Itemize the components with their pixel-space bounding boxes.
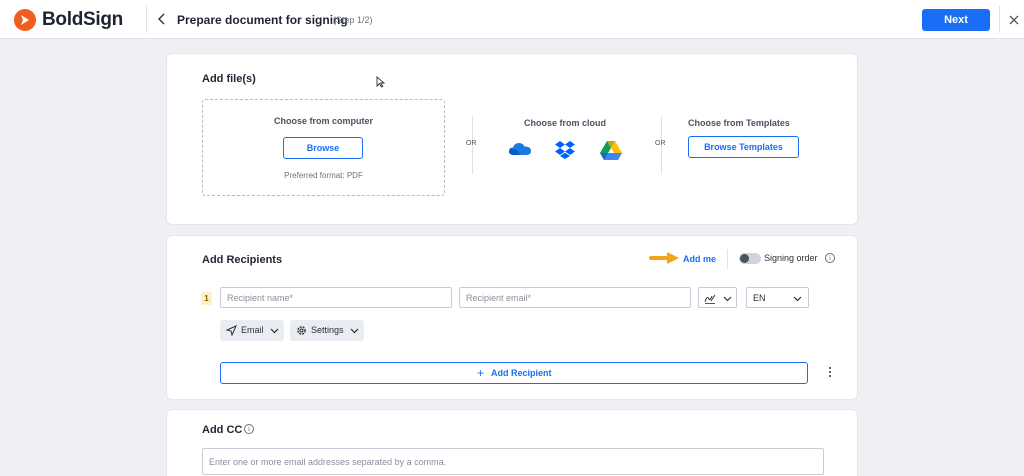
language-value: EN <box>753 293 766 303</box>
header-divider <box>146 6 147 33</box>
chevron-down-icon <box>350 328 359 334</box>
recipient-settings-dropdown[interactable]: Settings <box>290 320 364 341</box>
choose-from-templates-label: Choose from Templates <box>688 118 790 128</box>
or-label-2: OR <box>655 140 666 147</box>
plus-icon: + <box>477 366 485 380</box>
file-drop-zone[interactable]: Choose from computer Browse Preferred fo… <box>202 99 445 196</box>
add-files-title: Add file(s) <box>202 73 256 85</box>
add-cc-card: Add CC i <box>166 409 858 476</box>
chevron-left-icon <box>158 13 165 25</box>
add-recipients-card: Add Recipients Add me Signing order i 1 … <box>166 235 858 400</box>
recipient-email-input[interactable] <box>459 287 691 308</box>
add-me-divider <box>727 249 728 269</box>
delivery-method-label: Email <box>241 325 264 335</box>
cc-email-input[interactable] <box>202 448 824 475</box>
brand-logo[interactable]: BoldSign <box>14 9 123 31</box>
google-drive-icon[interactable] <box>599 140 623 166</box>
chevron-down-icon <box>793 296 802 302</box>
add-recipient-label: Add Recipient <box>491 368 552 378</box>
send-icon <box>226 325 237 336</box>
info-icon[interactable]: i <box>825 253 835 263</box>
more-options-icon[interactable] <box>827 367 833 379</box>
language-dropdown[interactable]: EN <box>746 287 809 308</box>
header-divider-right <box>999 6 1000 33</box>
add-recipients-title: Add Recipients <box>202 254 283 266</box>
chevron-down-icon <box>723 296 732 302</box>
signer-icon <box>704 294 716 304</box>
mouse-cursor-icon <box>376 76 385 88</box>
preferred-format-label: Preferred format: PDF <box>284 171 363 180</box>
page-title: Prepare document for signing <box>177 13 348 27</box>
step-indicator: (Step 1/2) <box>333 15 373 25</box>
app-header: BoldSign Prepare document for signing (S… <box>0 0 1024 39</box>
delivery-method-dropdown[interactable]: Email <box>220 320 284 341</box>
signing-order-label: Signing order <box>764 253 818 263</box>
choose-from-cloud-label: Choose from cloud <box>524 118 607 128</box>
add-files-card: Add file(s) Choose from computer Browse … <box>166 53 858 225</box>
dropbox-icon[interactable] <box>554 140 576 165</box>
add-cc-title: Add CC <box>202 424 243 436</box>
or-label-1: OR <box>466 140 477 147</box>
add-recipient-button[interactable]: + Add Recipient <box>220 362 808 384</box>
recipient-name-input[interactable] <box>220 287 452 308</box>
recipient-number-badge: 1 <box>201 292 212 305</box>
next-button[interactable]: Next <box>922 9 990 31</box>
onedrive-icon[interactable] <box>508 141 532 162</box>
brand-name: BoldSign <box>42 9 123 30</box>
gear-icon <box>297 326 306 335</box>
settings-label: Settings <box>311 325 344 335</box>
add-me-link[interactable]: Add me <box>683 254 716 264</box>
info-icon[interactable]: i <box>244 424 254 434</box>
back-button[interactable] <box>153 10 171 28</box>
browse-button[interactable]: Browse <box>283 137 363 159</box>
role-dropdown[interactable] <box>698 287 737 308</box>
close-button[interactable] <box>1008 13 1020 25</box>
signing-order-toggle[interactable] <box>739 253 761 264</box>
choose-from-computer-label: Choose from computer <box>273 116 373 126</box>
browse-templates-button[interactable]: Browse Templates <box>688 136 799 158</box>
annotation-arrow-icon <box>649 250 681 271</box>
toggle-knob <box>740 254 749 263</box>
close-icon <box>1009 15 1019 25</box>
boldsign-logo-icon <box>14 9 36 31</box>
chevron-down-icon <box>270 328 279 334</box>
